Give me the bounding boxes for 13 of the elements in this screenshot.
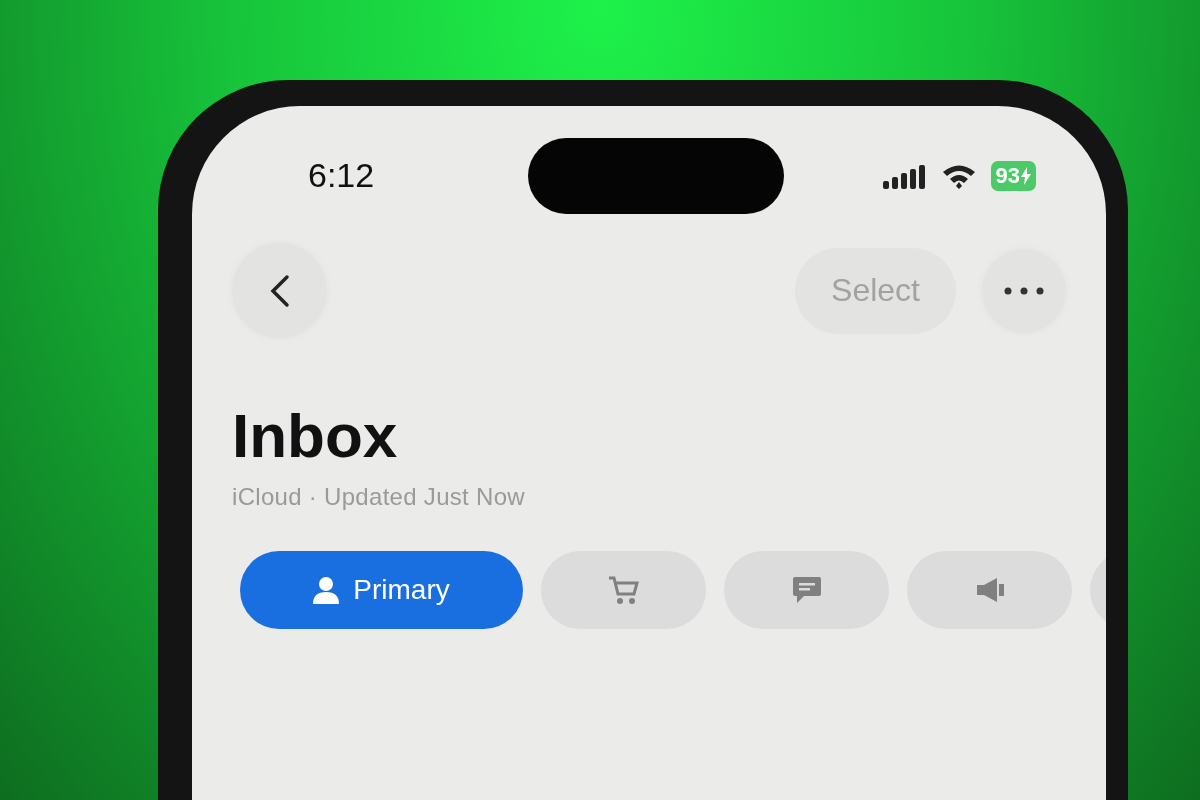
person-icon (313, 576, 340, 604)
signal-icon (882, 162, 927, 189)
megaphone-icon (974, 576, 1005, 604)
ellipsis-icon (1004, 286, 1044, 295)
status-time: 6:12 (308, 156, 376, 195)
bolt-icon (1021, 166, 1031, 185)
battery-level: 93 (990, 160, 1036, 191)
chat-bubble-icon (791, 576, 822, 604)
chevron-left-icon (268, 273, 291, 308)
category-tab[interactable]: Primary (240, 551, 523, 629)
inbox-title: Inbox (232, 400, 399, 471)
cart-icon (607, 575, 640, 605)
inbox-subtitle: iCloud · Updated Just Now (232, 483, 526, 511)
